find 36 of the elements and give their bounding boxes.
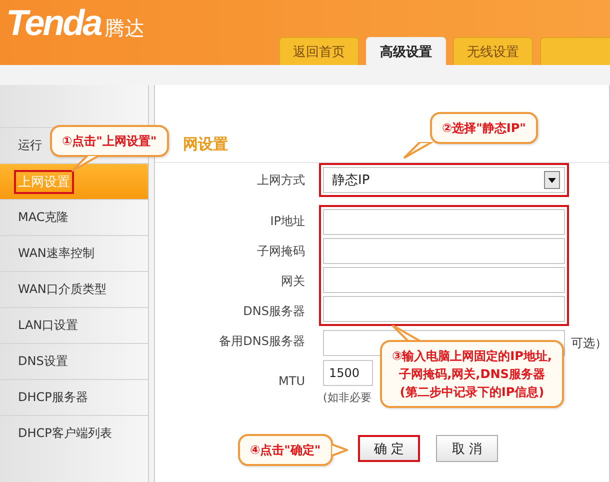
sidebar-item[interactable]: WAN口介质类型 — [0, 271, 148, 307]
input-field[interactable] — [323, 296, 565, 322]
logo: Tenda — [6, 2, 101, 44]
sidebar-item[interactable]: DNS设置 — [0, 343, 148, 379]
hint-text: (如非必要 — [323, 390, 372, 405]
logo-text: 腾达 — [104, 15, 145, 42]
callout-pointer — [330, 442, 348, 458]
callout-tooltip: ④点击"确定" — [238, 434, 333, 466]
field-label: 子网掩码 — [256, 242, 305, 260]
sidebar-item[interactable]: MAC克隆 — [0, 199, 148, 235]
optional-note: 可选） — [571, 334, 607, 352]
cancel-button[interactable]: 取 消 — [436, 435, 498, 462]
nav-tab[interactable]: 无线设置 — [453, 37, 533, 65]
callout-tooltip: ②选择"静态IP" — [430, 112, 538, 144]
field-label: 网关 — [280, 272, 305, 290]
nav-tab[interactable]: 返回首页 — [279, 37, 359, 65]
sidebar-item[interactable]: DHCP客户端列表 — [0, 415, 148, 451]
callout-pointer — [402, 142, 434, 159]
callout-tooltip: ③输入电脑上网固定的IP地址, 子网掩码,网关,DNS服务器 (第二步中记录下的IP信息) — [380, 340, 564, 408]
confirm-button[interactable]: 确 定 — [358, 435, 420, 462]
input-field[interactable]: 1500 — [323, 360, 373, 386]
field-label: IP地址 — [269, 212, 305, 230]
nav-tab[interactable] — [540, 37, 610, 65]
field-label: 上网方式 — [256, 172, 305, 188]
field-label: DNS服务器 — [242, 302, 305, 320]
mode-dropdown[interactable]: 静态IP — [323, 167, 565, 193]
input-field[interactable] — [323, 238, 565, 264]
sidebar-item[interactable]: LAN口设置 — [0, 307, 148, 343]
field-label: MTU — [278, 374, 305, 388]
input-field[interactable] — [323, 267, 565, 293]
field-label: 备用DNS服务器 — [218, 332, 305, 350]
callout-pointer — [390, 325, 422, 342]
input-field[interactable] — [323, 209, 565, 235]
nav-tab[interactable]: 高级设置 — [366, 37, 446, 65]
sidebar-item[interactable]: WAN速率控制 — [0, 235, 148, 271]
sidebar-item[interactable]: DHCP服务器 — [0, 379, 148, 415]
